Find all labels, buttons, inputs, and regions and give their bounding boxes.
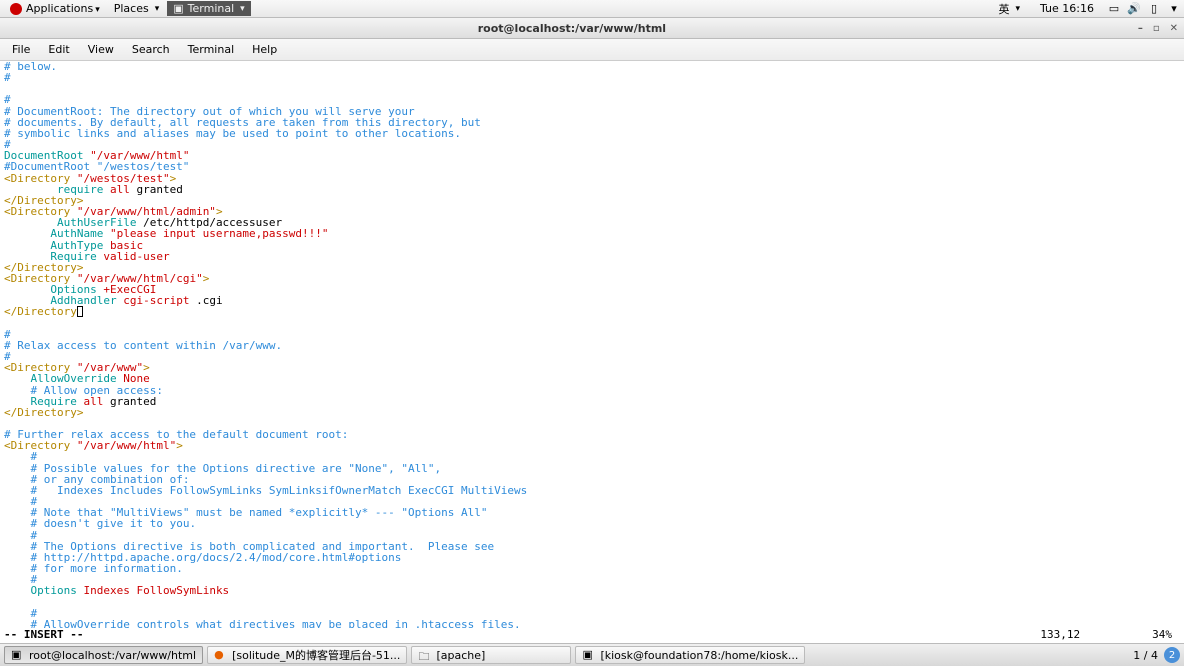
task-kiosk[interactable]: ▣ [kiosk@foundation78:/home/kiosk...: [575, 646, 805, 664]
terminal-icon: ▣: [11, 648, 25, 662]
window-title: root@localhost:/var/www/html: [6, 22, 1138, 35]
display-icon[interactable]: ▭: [1108, 3, 1120, 15]
vim-percent: 34%: [1152, 628, 1180, 641]
task-apache[interactable]: 🗀 [apache]: [411, 646, 571, 664]
terminal-icon: ▣: [173, 2, 183, 15]
menu-search[interactable]: Search: [124, 41, 178, 58]
vim-mode: -- INSERT --: [4, 628, 83, 641]
menu-file[interactable]: File: [4, 41, 38, 58]
menu-terminal[interactable]: Terminal: [180, 41, 243, 58]
workspace-text: 1 / 4: [1133, 649, 1158, 662]
power-icon[interactable]: ▾: [1168, 3, 1180, 15]
top-panel: Applications Places ▣ Terminal 英 Tue 16:…: [0, 0, 1184, 18]
clock[interactable]: Tue 16:16: [1034, 1, 1100, 16]
vim-position: 133,12: [1040, 628, 1152, 641]
places-menu[interactable]: Places: [108, 1, 166, 16]
active-app-menu[interactable]: ▣ Terminal: [167, 1, 250, 16]
bottom-taskbar: ▣ root@localhost:/var/www/html ● [solitu…: [0, 643, 1184, 666]
vim-status-line: -- INSERT -- 133,12 34%: [0, 628, 1184, 643]
battery-icon[interactable]: ▯: [1148, 3, 1160, 15]
menu-bar: File Edit View Search Terminal Help: [0, 39, 1184, 61]
redhat-icon: [10, 3, 22, 15]
applications-menu[interactable]: Applications: [4, 1, 106, 16]
editor-area[interactable]: # below. # # # DocumentRoot: The directo…: [0, 61, 1184, 628]
menu-edit[interactable]: Edit: [40, 41, 77, 58]
minimize-button[interactable]: –: [1138, 23, 1143, 34]
window-titlebar[interactable]: root@localhost:/var/www/html – ▫ ✕: [0, 18, 1184, 39]
terminal-icon: ▣: [582, 648, 596, 662]
ime-indicator[interactable]: 英: [992, 0, 1026, 18]
menu-help[interactable]: Help: [244, 41, 285, 58]
maximize-button[interactable]: ▫: [1153, 23, 1160, 34]
task-firefox[interactable]: ● [solitude_M的博客管理后台-51...: [207, 646, 407, 664]
volume-icon[interactable]: 🔊: [1128, 3, 1140, 15]
menu-view[interactable]: View: [80, 41, 122, 58]
cursor: [77, 306, 83, 317]
firefox-icon: ●: [214, 648, 228, 662]
notification-badge[interactable]: 2: [1164, 647, 1180, 663]
close-button[interactable]: ✕: [1170, 23, 1178, 34]
task-terminal[interactable]: ▣ root@localhost:/var/www/html: [4, 646, 203, 664]
folder-icon: 🗀: [418, 648, 432, 662]
